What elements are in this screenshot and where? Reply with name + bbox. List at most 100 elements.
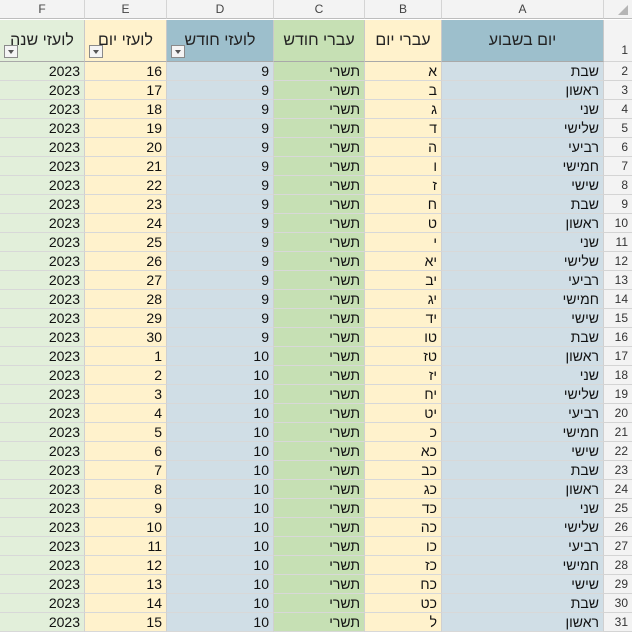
- cell-c[interactable]: תשרי: [274, 613, 365, 632]
- cell-a[interactable]: שני: [442, 499, 604, 518]
- cell-c[interactable]: תשרי: [274, 290, 365, 309]
- row-number[interactable]: 4: [604, 100, 632, 119]
- cell-f[interactable]: 2023: [0, 119, 85, 138]
- cell-d[interactable]: 10: [167, 366, 274, 385]
- cell-a[interactable]: שבת: [442, 195, 604, 214]
- cell-e[interactable]: 11: [85, 537, 167, 556]
- cell-a[interactable]: רביעי: [442, 271, 604, 290]
- cell-b[interactable]: כ: [365, 423, 442, 442]
- row-number[interactable]: 7: [604, 157, 632, 176]
- row-number[interactable]: 16: [604, 328, 632, 347]
- filter-dropdown-icon[interactable]: [171, 45, 185, 58]
- row-number[interactable]: 2: [604, 62, 632, 81]
- cell-e[interactable]: 7: [85, 461, 167, 480]
- header-cell-b[interactable]: עברי יום: [365, 20, 442, 62]
- header-cell-d[interactable]: לועזי חודש: [167, 20, 274, 62]
- cell-f[interactable]: 2023: [0, 309, 85, 328]
- cell-e[interactable]: 9: [85, 499, 167, 518]
- cell-e[interactable]: 2: [85, 366, 167, 385]
- cell-b[interactable]: יז: [365, 366, 442, 385]
- cell-d[interactable]: 10: [167, 442, 274, 461]
- cell-c[interactable]: תשרי: [274, 62, 365, 81]
- cell-a[interactable]: שלישי: [442, 385, 604, 404]
- cell-b[interactable]: יא: [365, 252, 442, 271]
- cell-f[interactable]: 2023: [0, 366, 85, 385]
- cell-e[interactable]: 20: [85, 138, 167, 157]
- cell-d[interactable]: 10: [167, 499, 274, 518]
- cell-f[interactable]: 2023: [0, 176, 85, 195]
- cell-b[interactable]: יט: [365, 404, 442, 423]
- cell-c[interactable]: תשרי: [274, 423, 365, 442]
- cell-d[interactable]: 9: [167, 214, 274, 233]
- cell-e[interactable]: 16: [85, 62, 167, 81]
- cell-d[interactable]: 10: [167, 556, 274, 575]
- cell-a[interactable]: שבת: [442, 461, 604, 480]
- column-header-f[interactable]: F: [0, 0, 85, 19]
- column-header-d[interactable]: D: [167, 0, 274, 19]
- row-number[interactable]: 8: [604, 176, 632, 195]
- cell-f[interactable]: 2023: [0, 423, 85, 442]
- column-header-b[interactable]: B: [365, 0, 442, 19]
- cell-b[interactable]: ל: [365, 613, 442, 632]
- cell-e[interactable]: 29: [85, 309, 167, 328]
- cell-d[interactable]: 10: [167, 575, 274, 594]
- column-header-e[interactable]: E: [85, 0, 167, 19]
- cell-d[interactable]: 10: [167, 594, 274, 613]
- cell-a[interactable]: חמישי: [442, 157, 604, 176]
- cell-d[interactable]: 10: [167, 518, 274, 537]
- row-number[interactable]: 1: [604, 20, 632, 62]
- cell-a[interactable]: ראשון: [442, 480, 604, 499]
- cell-b[interactable]: יג: [365, 290, 442, 309]
- cell-a[interactable]: שבת: [442, 328, 604, 347]
- cell-c[interactable]: תשרי: [274, 556, 365, 575]
- cell-e[interactable]: 5: [85, 423, 167, 442]
- cell-c[interactable]: תשרי: [274, 480, 365, 499]
- row-number[interactable]: 17: [604, 347, 632, 366]
- filter-dropdown-icon[interactable]: [89, 45, 103, 58]
- cell-a[interactable]: רביעי: [442, 404, 604, 423]
- cell-e[interactable]: 14: [85, 594, 167, 613]
- row-number[interactable]: 26: [604, 518, 632, 537]
- cell-f[interactable]: 2023: [0, 233, 85, 252]
- cell-f[interactable]: 2023: [0, 594, 85, 613]
- cell-f[interactable]: 2023: [0, 157, 85, 176]
- cell-a[interactable]: חמישי: [442, 423, 604, 442]
- cell-b[interactable]: י: [365, 233, 442, 252]
- cell-c[interactable]: תשרי: [274, 176, 365, 195]
- cell-c[interactable]: תשרי: [274, 271, 365, 290]
- header-cell-e[interactable]: לועזי יום: [85, 20, 167, 62]
- cell-a[interactable]: ראשון: [442, 81, 604, 100]
- cell-f[interactable]: 2023: [0, 214, 85, 233]
- cell-d[interactable]: 10: [167, 423, 274, 442]
- cell-f[interactable]: 2023: [0, 81, 85, 100]
- cell-e[interactable]: 1: [85, 347, 167, 366]
- cell-e[interactable]: 3: [85, 385, 167, 404]
- cell-d[interactable]: 9: [167, 81, 274, 100]
- cell-b[interactable]: א: [365, 62, 442, 81]
- cell-c[interactable]: תשרי: [274, 499, 365, 518]
- cell-b[interactable]: ט: [365, 214, 442, 233]
- row-number[interactable]: 27: [604, 537, 632, 556]
- cell-a[interactable]: שלישי: [442, 518, 604, 537]
- cell-c[interactable]: תשרי: [274, 195, 365, 214]
- cell-b[interactable]: כא: [365, 442, 442, 461]
- cell-a[interactable]: רביעי: [442, 537, 604, 556]
- row-number[interactable]: 20: [604, 404, 632, 423]
- row-number[interactable]: 10: [604, 214, 632, 233]
- cell-c[interactable]: תשרי: [274, 461, 365, 480]
- cell-c[interactable]: תשרי: [274, 157, 365, 176]
- cell-a[interactable]: שני: [442, 233, 604, 252]
- cell-d[interactable]: 9: [167, 195, 274, 214]
- cell-d[interactable]: 10: [167, 385, 274, 404]
- cell-b[interactable]: יב: [365, 271, 442, 290]
- cell-e[interactable]: 6: [85, 442, 167, 461]
- cell-b[interactable]: ז: [365, 176, 442, 195]
- cell-d[interactable]: 10: [167, 347, 274, 366]
- row-number[interactable]: 22: [604, 442, 632, 461]
- cell-d[interactable]: 9: [167, 328, 274, 347]
- row-number[interactable]: 14: [604, 290, 632, 309]
- row-number[interactable]: 11: [604, 233, 632, 252]
- cell-c[interactable]: תשרי: [274, 366, 365, 385]
- cell-b[interactable]: ב: [365, 81, 442, 100]
- cell-f[interactable]: 2023: [0, 62, 85, 81]
